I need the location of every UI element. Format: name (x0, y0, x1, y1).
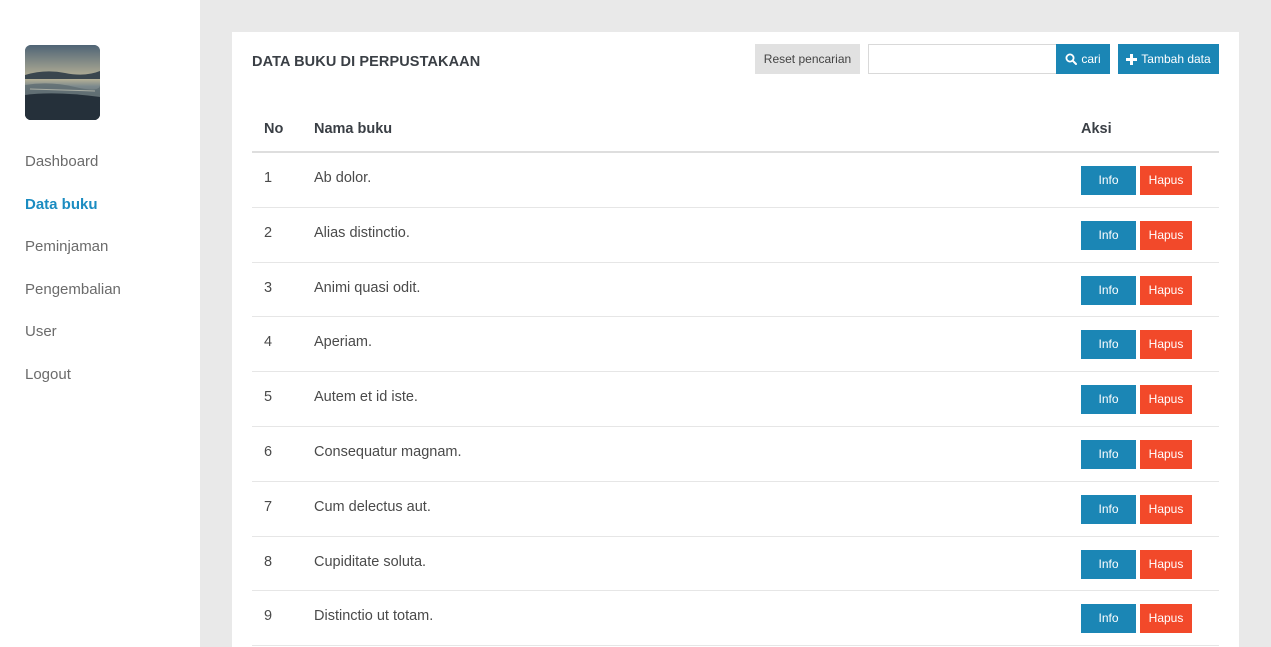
row-number: 8 (264, 553, 273, 570)
column-header-aksi: Aksi (1081, 121, 1112, 137)
add-data-button[interactable]: Tambah data (1118, 44, 1219, 74)
delete-button[interactable]: Hapus (1140, 604, 1192, 634)
book-name: Ab dolor. (314, 170, 372, 186)
row-number: 3 (264, 279, 273, 296)
book-name: Aperiam. (314, 334, 373, 351)
sidebar-item-dashboard[interactable]: Dashboard (25, 150, 121, 193)
sidebar-item-pengembalian[interactable]: Pengembalian (25, 278, 121, 321)
table-row: 4 Aperiam. Info Hapus (252, 317, 1219, 373)
delete-button[interactable]: Hapus (1140, 549, 1192, 579)
row-number: 6 (264, 443, 273, 460)
table-row: 6 Consequatur magnam. Info Hapus (252, 427, 1219, 482)
table-row: 7 Cum delectus aut. Info Hapus (252, 482, 1219, 537)
row-number: 4 (264, 334, 273, 351)
row-number: 7 (264, 498, 273, 515)
info-button[interactable]: Info (1081, 275, 1136, 305)
page-title: DATA BUKU DI PERPUSTAKAAN (252, 54, 481, 70)
book-name: Animi quasi odit. (314, 279, 421, 296)
info-button[interactable]: Info (1081, 549, 1136, 579)
table-row: 1 Ab dolor. Info Hapus (252, 153, 1219, 208)
info-button[interactable]: Info (1081, 604, 1136, 634)
info-button[interactable]: Info (1081, 494, 1136, 524)
info-button[interactable]: Info (1081, 166, 1136, 195)
search-icon (1065, 46, 1078, 76)
sidebar-item-logout[interactable]: Logout (25, 363, 121, 406)
table-row: 8 Cupiditate soluta. Info Hapus (252, 537, 1219, 592)
row-number: 1 (264, 170, 273, 186)
delete-button[interactable]: Hapus (1140, 330, 1192, 360)
sidebar-item-data-buku[interactable]: Data buku (25, 193, 121, 236)
info-button[interactable]: Info (1081, 220, 1136, 250)
avatar (25, 45, 100, 120)
delete-button[interactable]: Hapus (1140, 166, 1192, 195)
search-button[interactable]: cari (1056, 44, 1110, 74)
info-button[interactable]: Info (1081, 330, 1136, 360)
info-button[interactable]: Info (1081, 439, 1136, 469)
info-button[interactable]: Info (1081, 385, 1136, 415)
add-data-button-label: Tambah data (1141, 52, 1211, 66)
table-row: 5 Autem et id iste. Info Hapus (252, 372, 1219, 427)
search-button-label: cari (1081, 52, 1101, 66)
sidebar-item-user[interactable]: User (25, 320, 121, 363)
book-name: Alias distinctio. (314, 224, 410, 241)
delete-button[interactable]: Hapus (1140, 220, 1192, 250)
row-number: 5 (264, 389, 273, 406)
main-card: DATA BUKU DI PERPUSTAKAAN Reset pencaria… (232, 32, 1239, 647)
delete-button[interactable]: Hapus (1140, 439, 1192, 469)
column-header-nama-buku: Nama buku (314, 121, 393, 137)
search-input[interactable] (868, 44, 1056, 74)
row-number: 2 (264, 224, 273, 241)
table-row: 9 Distinctio ut totam. Info Hapus (252, 591, 1219, 647)
table-row: 3 Animi quasi odit. Info Hapus (252, 263, 1219, 318)
table-row: 2 Alias distinctio. Info Hapus (252, 208, 1219, 263)
book-name: Cupiditate soluta. (314, 553, 427, 570)
delete-button[interactable]: Hapus (1140, 275, 1192, 305)
sidebar: Dashboard Data buku Peminjaman Pengembal… (0, 0, 200, 647)
reset-search-button[interactable]: Reset pencarian (755, 44, 860, 74)
row-number: 9 (264, 608, 273, 625)
book-name: Consequatur magnam. (314, 443, 462, 460)
plus-icon (1126, 46, 1138, 76)
book-name: Autem et id iste. (314, 389, 418, 406)
delete-button[interactable]: Hapus (1140, 385, 1192, 415)
column-header-no: No (264, 121, 284, 137)
sidebar-nav: Dashboard Data buku Peminjaman Pengembal… (25, 150, 121, 406)
book-name: Distinctio ut totam. (314, 608, 434, 625)
book-name: Cum delectus aut. (314, 498, 431, 515)
delete-button[interactable]: Hapus (1140, 494, 1192, 524)
sidebar-item-peminjaman[interactable]: Peminjaman (25, 235, 121, 278)
books-table: No Nama buku Aksi 1 Ab dolor. Info Hapus… (252, 109, 1219, 647)
table-header: No Nama buku Aksi (252, 109, 1219, 153)
